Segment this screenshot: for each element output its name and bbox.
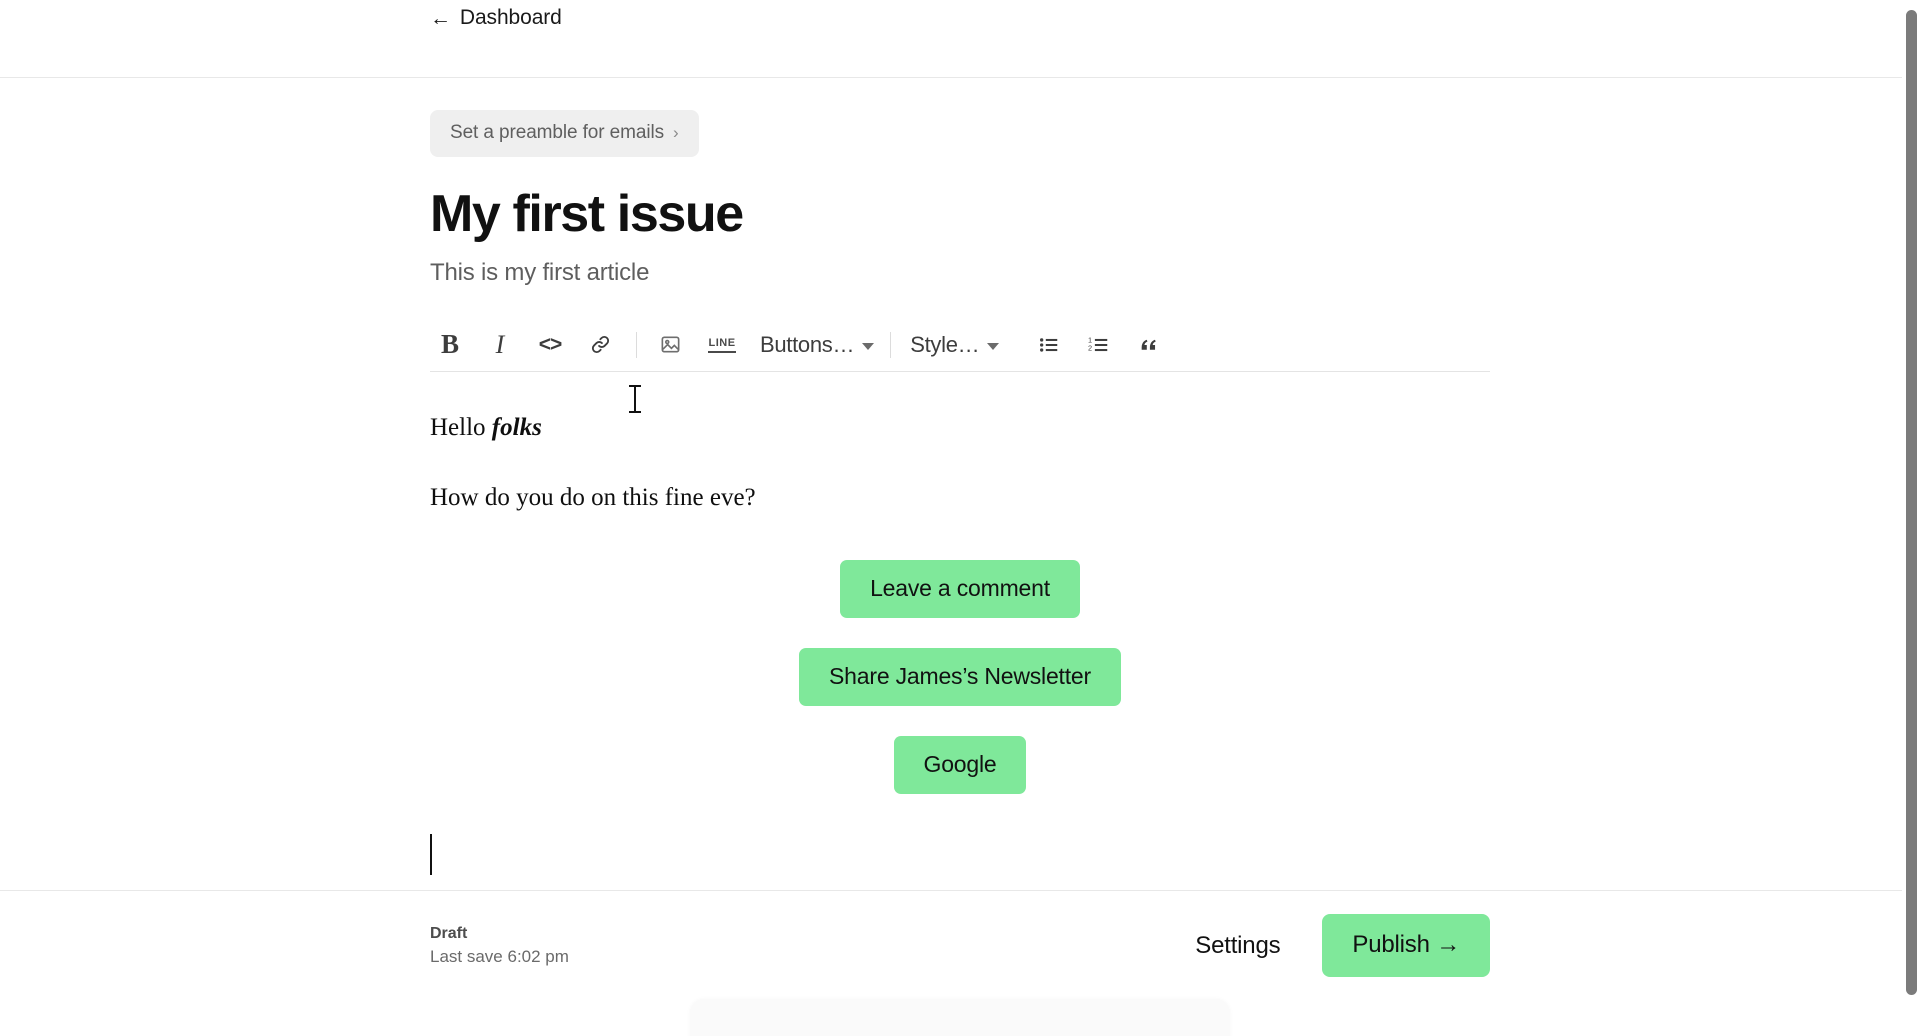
set-preamble-button[interactable]: Set a preamble for emails › (430, 110, 699, 157)
google-button[interactable]: Google (893, 736, 1027, 795)
bullet-list-icon (1040, 337, 1058, 352)
paragraph-question[interactable]: How do you do on this fine eve? (430, 480, 1490, 516)
set-preamble-label: Set a preamble for emails (450, 122, 664, 143)
chevron-down-icon (987, 342, 1000, 350)
text-caret (430, 834, 1490, 878)
scrollbar-thumb[interactable] (1906, 10, 1917, 995)
numbered-list-button[interactable]: 1 2 (1079, 325, 1119, 365)
embedded-button-row-1: Leave a comment (430, 560, 1490, 619)
share-newsletter-button[interactable]: Share James’s Newsletter (799, 648, 1121, 707)
embedded-button-row-2: Share James’s Newsletter (430, 648, 1490, 707)
italic-button[interactable]: I (480, 325, 520, 365)
publish-button[interactable]: Publish → (1322, 914, 1490, 977)
back-link-label: Dashboard (459, 6, 562, 29)
link-icon (591, 336, 609, 354)
page-subtitle[interactable]: This is my first article (430, 259, 1490, 287)
blockquote-button[interactable] (1129, 325, 1169, 365)
buttons-dropdown-label: Buttons… (760, 331, 855, 357)
quote-icon (1141, 339, 1157, 350)
line-label: LINE (708, 337, 736, 353)
link-button[interactable] (580, 325, 620, 365)
formatting-toolbar: B I <> LINE Buttons… Style… 1 2 (430, 319, 1490, 372)
toolbar-divider-2 (890, 331, 892, 358)
last-save-text: Last save 6:02 pm (430, 946, 569, 966)
draft-status: Draft Last save 6:02 pm (430, 924, 569, 967)
image-button[interactable] (650, 325, 690, 365)
image-icon (661, 336, 679, 353)
paragraph-greeting-emphasis: folks (491, 413, 542, 441)
buttons-dropdown[interactable]: Buttons… (754, 325, 880, 365)
bold-button[interactable]: B (430, 325, 470, 365)
left-arrow-icon: ← (430, 6, 451, 30)
paragraph-greeting-text: Hello (430, 413, 492, 441)
code-button[interactable]: <> (530, 325, 570, 365)
editor-content: Set a preamble for emails › My first iss… (430, 78, 1490, 926)
back-to-dashboard-link[interactable]: ← Dashboard (430, 6, 562, 30)
leave-a-comment-button[interactable]: Leave a comment (840, 560, 1080, 619)
toolbar-divider-1 (636, 331, 637, 358)
style-dropdown[interactable]: Style… (904, 325, 1005, 365)
page-title[interactable]: My first issue (430, 187, 1490, 242)
bullet-list-button[interactable] (1029, 325, 1069, 365)
chevron-down-icon (862, 342, 875, 350)
editor-footer: Draft Last save 6:02 pm Settings Publish… (0, 890, 1920, 1000)
footer-actions: Settings Publish → (1195, 914, 1490, 977)
line-button[interactable]: LINE (700, 325, 744, 365)
top-bar: ← Dashboard (0, 0, 1920, 78)
style-dropdown-label: Style… (910, 331, 980, 357)
status-badge: Draft (430, 924, 468, 942)
article-body[interactable]: Hello folks How do you do on this fine e… (430, 410, 1490, 926)
footer-inner: Draft Last save 6:02 pm Settings Publish… (430, 914, 1490, 977)
svg-text:2: 2 (1088, 343, 1092, 352)
numbered-list-icon: 1 2 (1088, 335, 1108, 352)
embedded-button-row-3: Google (430, 736, 1490, 795)
background-panel-peek (690, 1000, 1230, 1036)
scrollbar-track[interactable] (1902, 0, 1920, 1036)
chevron-right-icon: › (673, 123, 679, 142)
paragraph-greeting[interactable]: Hello folks (430, 410, 1490, 446)
editor-page: ← Dashboard Set a preamble for emails › … (0, 0, 1920, 1036)
settings-button[interactable]: Settings (1195, 932, 1280, 960)
